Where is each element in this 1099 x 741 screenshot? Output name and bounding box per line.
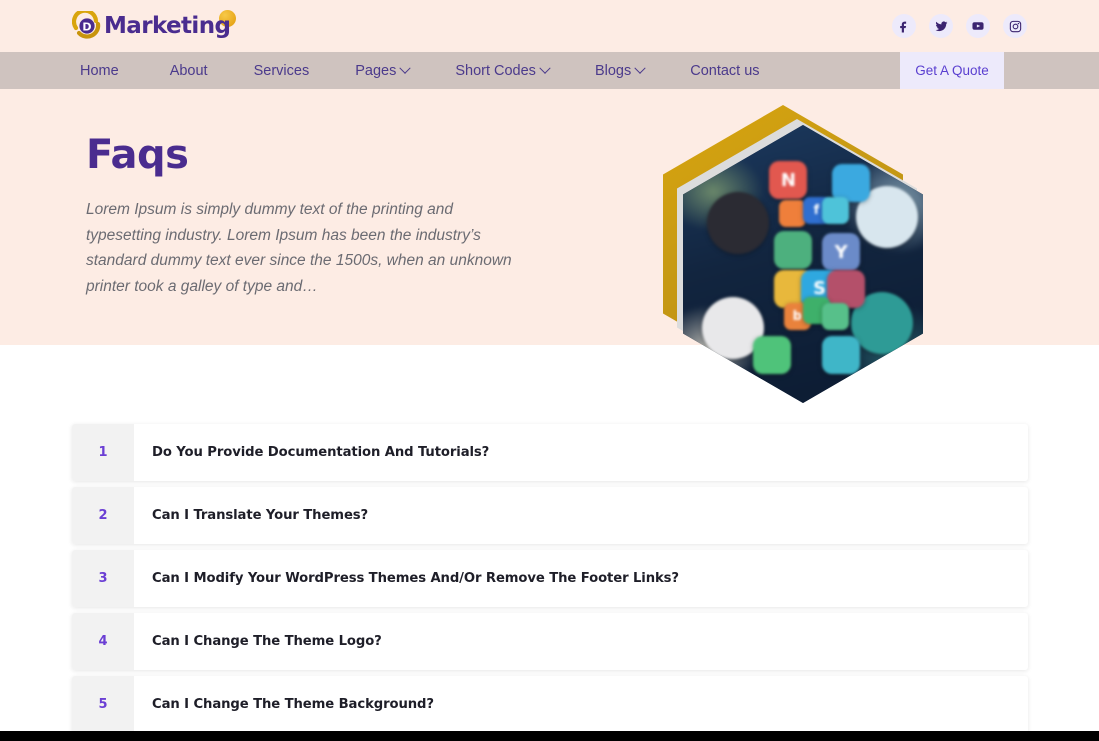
nav-item-services[interactable]: Services <box>231 52 333 89</box>
nav-item-label: Short Codes <box>455 62 536 79</box>
soundcloud-app-icon <box>779 200 806 228</box>
main-navigation: Home About Services Pages Short Codes Bl… <box>0 52 1099 89</box>
nav-item-blogs[interactable]: Blogs <box>572 52 667 89</box>
faq-accordion-list: 1 Do You Provide Documentation And Tutori… <box>72 424 1028 739</box>
nav-item-label: Home <box>80 62 119 79</box>
faq-item[interactable]: 2 Can I Translate Your Themes? <box>72 487 1028 544</box>
faq-item-question: Can I Change The Theme Background? <box>152 697 434 712</box>
hero-section: D Marketing Home About Services Pages Sh… <box>0 0 1099 403</box>
nav-item-label: Contact us <box>690 62 760 79</box>
chevron-down-icon <box>539 62 551 74</box>
netflix-app-icon: N <box>769 161 808 200</box>
faq-item-question: Do You Provide Documentation And Tutoria… <box>152 445 490 460</box>
faq-item[interactable]: 3 Can I Modify Your WordPress Themes And/… <box>72 550 1028 607</box>
vimeo-app-icon <box>822 336 861 375</box>
faq-item-number: 3 <box>72 550 134 607</box>
faq-item-number: 1 <box>72 424 134 481</box>
weather-app-icon <box>822 197 850 225</box>
page-title: Faqs <box>86 132 189 178</box>
whatsapp-app-icon <box>752 336 791 375</box>
hero-text-block: Faqs Lorem Ipsum is simply dummy text of… <box>86 133 546 299</box>
svg-text:D: D <box>82 21 91 34</box>
youtube-icon[interactable] <box>966 14 990 38</box>
faq-item-question: Can I Translate Your Themes? <box>152 508 369 523</box>
get-a-quote-button[interactable]: Get A Quote <box>900 52 1004 89</box>
nav-item-label: Pages <box>355 62 397 79</box>
faq-item[interactable]: 5 Can I Change The Theme Background? <box>72 676 1028 733</box>
bottom-black-bar <box>0 731 1099 741</box>
nav-item-contact-us[interactable]: Contact us <box>667 52 782 89</box>
nav-item-home[interactable]: Home <box>80 52 147 89</box>
nav-item-label: About <box>169 62 208 79</box>
facebook-icon[interactable] <box>892 14 916 38</box>
youtube-app-icon <box>827 269 865 308</box>
faq-item-number: 5 <box>72 676 134 733</box>
refresh-app-icon <box>774 230 813 269</box>
nav-item-label: Services <box>253 62 310 79</box>
faq-item-number: 4 <box>72 613 134 670</box>
instagram-icon[interactable] <box>1003 14 1027 38</box>
social-links <box>892 14 1027 38</box>
nav-item-short-codes[interactable]: Short Codes <box>432 52 572 89</box>
logo-wordmark: Marketing <box>104 12 231 39</box>
yahoo-app-icon: Y <box>822 233 861 272</box>
site-logo[interactable]: D Marketing <box>72 9 237 43</box>
chevron-down-icon <box>399 62 411 74</box>
evernote-app-icon <box>822 302 850 330</box>
get-a-quote-label: Get A Quote <box>915 63 989 78</box>
twitter-app-icon <box>831 163 870 202</box>
top-bar: D Marketing <box>0 0 1099 52</box>
nav-item-pages[interactable]: Pages <box>332 52 432 89</box>
faq-item[interactable]: 1 Do You Provide Documentation And Tutori… <box>72 424 1028 481</box>
chevron-down-icon <box>634 62 646 74</box>
nav-item-label: Blogs <box>594 62 632 79</box>
faq-item-number: 2 <box>72 487 134 544</box>
faq-item-question: Can I Modify Your WordPress Themes And/O… <box>152 571 679 586</box>
faq-item[interactable]: 4 Can I Change The Theme Logo? <box>72 613 1028 670</box>
faq-item-question: Can I Change The Theme Logo? <box>152 634 382 649</box>
instagram-app-icon <box>707 191 769 254</box>
hero-hexagon-image: NfYSb <box>663 105 923 403</box>
hero-description: Lorem Ipsum is simply dummy text of the … <box>86 201 512 295</box>
twitter-icon[interactable] <box>929 14 953 38</box>
swoosh-circle-icon: D <box>72 11 102 41</box>
nav-item-about[interactable]: About <box>147 52 231 89</box>
